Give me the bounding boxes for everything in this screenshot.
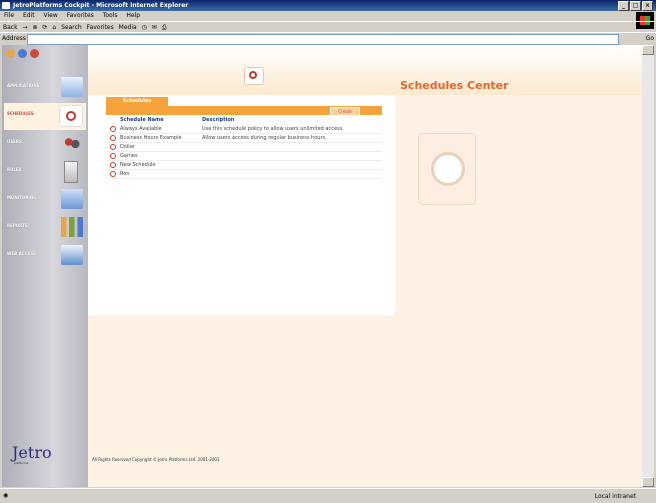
- menu-file[interactable]: File: [4, 12, 14, 19]
- jetro-logo: Jetro: [12, 443, 52, 462]
- go-button[interactable]: Go: [646, 33, 654, 45]
- menu-help[interactable]: Help: [126, 12, 140, 19]
- ie-icon: [2, 2, 10, 9]
- applications-icon: [61, 77, 83, 97]
- sidebar-item-applications[interactable]: APPLICATIONS: [4, 75, 86, 102]
- sidebar-item-monitoring[interactable]: MONITORING: [4, 187, 86, 214]
- column-schedule-name: Schedule Name: [120, 117, 164, 123]
- page-status-icon: ◉: [3, 492, 9, 499]
- schedule-icon: [110, 153, 116, 159]
- schedule-icon: [110, 171, 116, 177]
- zone-label: Local intranet: [594, 493, 636, 500]
- create-button[interactable]: Create: [330, 107, 360, 116]
- schedule-name[interactable]: Always Available: [120, 125, 162, 133]
- minimize-button[interactable]: _: [618, 1, 629, 11]
- schedule-name[interactable]: Games: [120, 152, 138, 160]
- bar-chart-icon: [61, 217, 83, 237]
- sidebar-item-label: RULES: [7, 167, 22, 172]
- sidebar-item-users[interactable]: USERS: [4, 131, 86, 158]
- schedule-description: Use this schedule policy to allow users …: [202, 126, 344, 132]
- schedules-badge-icon: [244, 67, 264, 85]
- forward-icon[interactable]: →: [23, 24, 28, 31]
- menubar: File Edit View Favorites Tools Help: [0, 11, 656, 21]
- sidebar-item-label: WEB ACCESS: [7, 251, 36, 256]
- page-title: Schedules Center: [400, 79, 509, 92]
- tab-schedules[interactable]: Schedules: [106, 97, 168, 106]
- table-row[interactable]: Games: [106, 152, 382, 161]
- media-button[interactable]: Media: [119, 24, 137, 31]
- table-header: Schedule Name Description: [106, 116, 382, 124]
- monitor-icon: [61, 189, 83, 209]
- favorites-button[interactable]: Favorites: [87, 24, 114, 31]
- sidebar-item-schedules[interactable]: SCHEDULES: [4, 103, 86, 130]
- menu-tools[interactable]: Tools: [103, 12, 118, 19]
- sidebar-item-label: USERS: [7, 139, 22, 144]
- table-row[interactable]: Ron: [106, 170, 382, 179]
- schedule-description: Allow users access during regular busine…: [202, 135, 327, 141]
- print-icon[interactable]: ⎙: [162, 24, 167, 31]
- header-band: [88, 45, 642, 95]
- table-row[interactable]: Dollar: [106, 143, 382, 152]
- status-bar: ◉ Local intranet: [0, 488, 656, 502]
- history-icon[interactable]: ◷: [142, 24, 147, 31]
- table-row[interactable]: New Schedule: [106, 161, 382, 170]
- address-input[interactable]: [27, 34, 619, 45]
- sidebar-item-rules[interactable]: RULES: [4, 159, 86, 186]
- scroll-down-icon[interactable]: [642, 477, 654, 487]
- sidebar-item-label: APPLICATIONS: [7, 83, 40, 88]
- sidebar-item-web-access[interactable]: WEB ACCESS: [4, 243, 86, 270]
- help-icon[interactable]: [18, 49, 27, 58]
- menu-view[interactable]: View: [44, 12, 58, 19]
- column-description: Description: [202, 117, 235, 123]
- action-bar: Create: [106, 106, 382, 116]
- mail-icon[interactable]: ✉: [152, 24, 157, 31]
- refresh-icon[interactable]: ⟳: [42, 24, 47, 31]
- schedule-icon: [110, 162, 116, 168]
- main-content: Schedules Center Schedules Create Schedu…: [88, 45, 642, 487]
- users-icon: [61, 133, 83, 153]
- sidebar: APPLICATIONS SCHEDULES USERS RULES MONIT…: [2, 45, 88, 487]
- close-button[interactable]: ×: [642, 1, 653, 11]
- sidebar-item-label: SCHEDULES: [7, 111, 34, 116]
- schedule-name[interactable]: Ron: [120, 170, 129, 178]
- page-viewport: APPLICATIONS SCHEDULES USERS RULES MONIT…: [2, 45, 642, 487]
- copyright-footer: All Rights Reserved Copyright © Jetro Pl…: [92, 457, 220, 462]
- sidebar-item-label: MONITORING: [7, 195, 37, 200]
- scroll-up-icon[interactable]: [642, 45, 654, 55]
- maximize-button[interactable]: □: [630, 1, 641, 11]
- logout-icon[interactable]: [30, 49, 39, 58]
- back-button[interactable]: Back: [3, 24, 18, 31]
- window-titlebar: JetroPlatforms Cockpit - Microsoft Inter…: [0, 0, 656, 11]
- schedule-icon: [110, 126, 116, 132]
- menu-edit[interactable]: Edit: [23, 12, 35, 19]
- schedule-name[interactable]: Business Hours Example: [120, 134, 182, 142]
- schedules-illustration-icon: [418, 133, 476, 205]
- address-bar: Address Go: [0, 32, 656, 45]
- search-button[interactable]: Search: [61, 24, 82, 31]
- stop-icon[interactable]: ⊗: [32, 24, 37, 31]
- vertical-scrollbar[interactable]: [642, 45, 654, 487]
- home-nav-icon[interactable]: [6, 49, 15, 58]
- home-icon[interactable]: ⌂: [52, 24, 56, 31]
- table-row[interactable]: Always Available Use this schedule polic…: [106, 125, 382, 134]
- sidebar-item-label: REPORTS: [7, 223, 28, 228]
- schedule-icon: [110, 135, 116, 141]
- menu-favorites[interactable]: Favorites: [67, 12, 94, 19]
- address-label: Address: [2, 35, 26, 42]
- clock-icon: [59, 105, 83, 127]
- window-title: JetroPlatforms Cockpit - Microsoft Inter…: [13, 2, 189, 9]
- schedule-name[interactable]: Dollar: [120, 143, 135, 151]
- schedule-name[interactable]: New Schedule: [120, 161, 155, 169]
- sidebar-item-reports[interactable]: REPORTS: [4, 215, 86, 242]
- trash-icon: [64, 161, 78, 183]
- jetro-logo-sub: platforms: [14, 461, 29, 465]
- table-row[interactable]: Business Hours Example Allow users acces…: [106, 134, 382, 143]
- schedule-icon: [110, 144, 116, 150]
- web-icon: [61, 245, 83, 265]
